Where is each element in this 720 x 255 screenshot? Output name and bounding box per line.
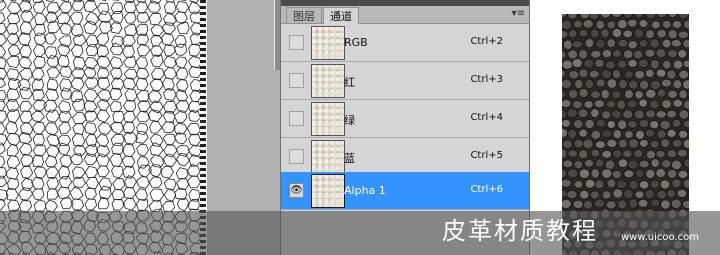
channel-name: 红 bbox=[344, 76, 355, 89]
visibility-toggle[interactable] bbox=[289, 149, 304, 164]
channel-thumbnail bbox=[311, 26, 345, 60]
channel-thumbnail bbox=[311, 102, 345, 136]
visibility-toggle[interactable] bbox=[289, 35, 304, 50]
tab-layers[interactable]: 图层 bbox=[286, 7, 322, 23]
banner-url: www.uicoo.com bbox=[621, 232, 700, 243]
bottom-banner bbox=[0, 211, 720, 255]
channel-thumbnail bbox=[311, 64, 345, 98]
panel-tab-bar: 图层 通道 ▾≡ bbox=[281, 6, 529, 24]
panel-menu-icon[interactable]: ▾≡ bbox=[512, 8, 525, 20]
eye-icon: 👁 bbox=[290, 185, 303, 196]
channel-shortcut: Ctrl+4 bbox=[470, 112, 503, 123]
visibility-toggle[interactable] bbox=[289, 111, 304, 126]
channel-shortcut: Ctrl+2 bbox=[470, 36, 503, 47]
channel-name: 蓝 bbox=[344, 152, 355, 165]
channel-name: Alpha 1 bbox=[344, 184, 386, 197]
channel-row-blue[interactable]: 蓝 Ctrl+5 bbox=[281, 138, 529, 176]
visibility-toggle[interactable]: 👁 bbox=[289, 183, 304, 198]
channel-row-red[interactable]: 红 Ctrl+3 bbox=[281, 62, 529, 100]
channel-row-rgb[interactable]: RGB Ctrl+2 bbox=[281, 24, 529, 62]
channel-thumbnail bbox=[311, 174, 345, 208]
channel-shortcut: Ctrl+3 bbox=[470, 74, 503, 85]
channel-name: RGB bbox=[344, 36, 368, 49]
banner-title: 皮革材质教程 bbox=[442, 217, 598, 245]
channel-name: 绿 bbox=[344, 114, 355, 127]
channel-thumbnail bbox=[311, 140, 345, 174]
visibility-toggle[interactable] bbox=[289, 73, 304, 88]
channel-shortcut: Ctrl+6 bbox=[470, 184, 503, 195]
channel-row-green[interactable]: 绿 Ctrl+4 bbox=[281, 100, 529, 138]
tab-channels[interactable]: 通道 bbox=[323, 7, 359, 24]
channel-shortcut: Ctrl+5 bbox=[470, 150, 503, 161]
channel-row-alpha1[interactable]: 👁 Alpha 1 Ctrl+6 bbox=[281, 172, 529, 210]
